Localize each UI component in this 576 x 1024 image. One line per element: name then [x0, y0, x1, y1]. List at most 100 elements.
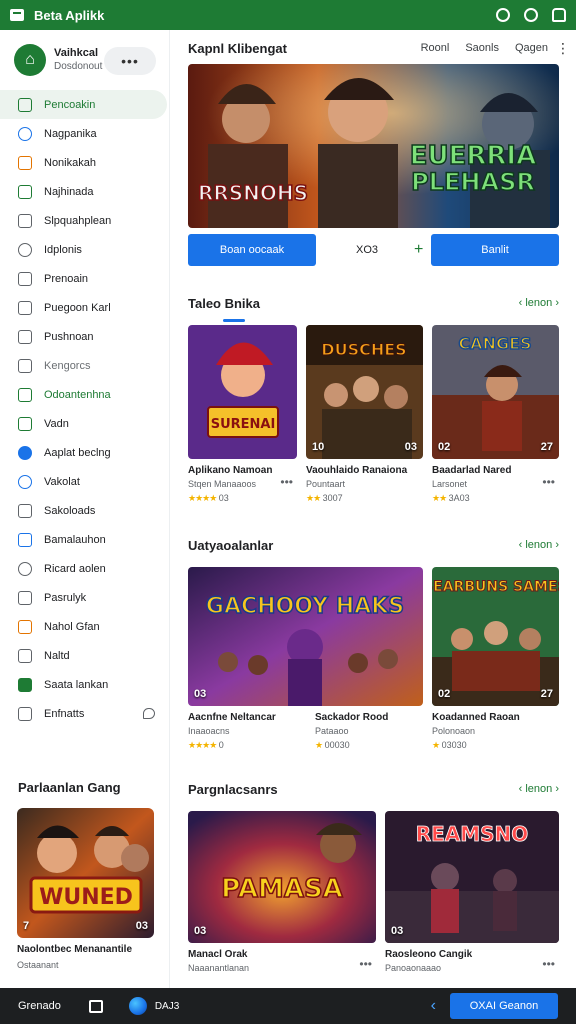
doc-icon: [18, 271, 32, 286]
rating-stars: ★★: [432, 493, 447, 503]
sidebar-item-chat[interactable]: Idplonis: [0, 235, 169, 264]
game-card[interactable]: DUSCHES 10 03 Vaouhlaido Ranaiona Pounta…: [306, 325, 423, 504]
game-card-art: CANGES: [432, 325, 559, 459]
sidebar-item-user[interactable]: Bamalauhon: [0, 525, 169, 554]
game-card-badge-left: 10: [312, 441, 325, 453]
sidebar-item-docs[interactable]: Prenoain: [0, 264, 169, 293]
sidebar-item-categories[interactable]: Nonikakah: [0, 148, 169, 177]
secondary-action-button[interactable]: Banlit: [431, 234, 559, 266]
rating-value: 3007: [322, 493, 343, 503]
home-icon: [18, 97, 32, 112]
game-card[interactable]: CANGES 02 27 Baadarlad Nared Larsonet ★★…: [432, 325, 559, 504]
hero-banner[interactable]: EUERRIA PLEHASR RRSNOHS: [188, 64, 559, 228]
game-card-logo: PAMASA: [221, 874, 343, 904]
game-card[interactable]: GACHOOY HAKS 03 Aacnfne Neltancar Inaaoa…: [188, 567, 423, 751]
sidebar-card-badge-left: 7: [23, 920, 30, 932]
profile-more-button[interactable]: •••: [104, 47, 156, 75]
rating-stars: ★★★★: [188, 493, 217, 503]
sidebar-item-help[interactable]: Enfnatts: [0, 699, 169, 728]
user-icon: [18, 532, 32, 547]
link-icon: [18, 474, 32, 489]
card-menu-icon[interactable]: •••: [542, 957, 555, 971]
sidebar-item-notes[interactable]: Naltd: [0, 641, 169, 670]
sidebar-card-art: WUNED: [17, 808, 154, 938]
taskbar-label[interactable]: Grenado: [18, 1000, 61, 1012]
card-menu-icon[interactable]: •••: [542, 475, 555, 489]
chart-icon: [18, 416, 32, 431]
section-more-link[interactable]: ‹ lenon ›: [519, 297, 559, 309]
hero-logo-line-3: RRSNOHS: [198, 181, 308, 205]
section-3: Pargnlacsanrs ‹ lenon › PAMASA 03 Manacl …: [188, 779, 559, 973]
game-card-sub: Pataaoo: [315, 726, 349, 736]
taskbar-count: DAJ3: [154, 1000, 180, 1012]
app-title: Beta Aplikk: [34, 7, 105, 23]
feedback-icon[interactable]: [143, 708, 155, 719]
header-link-2[interactable]: Saonls: [465, 42, 499, 54]
game-card-art: GACHOOY HAKS: [188, 567, 423, 706]
header-link-3[interactable]: Qagen: [515, 42, 548, 54]
sidebar-card-badge-right: 03: [135, 920, 148, 932]
sidebar-item-gift[interactable]: Nahol Gfan: [0, 612, 169, 641]
back-chevron-icon[interactable]: ‹: [431, 997, 436, 1015]
sidebar-item-links[interactable]: Vakolat: [0, 467, 169, 496]
hero-actions: Boan oocaak XO3 + Banlit: [188, 234, 559, 266]
globe-icon[interactable]: [128, 997, 147, 1015]
game-card-logo: CANGES: [458, 334, 531, 353]
section-1: Taleo Bnika ‹ lenon › SURENAI Aplikano Na…: [188, 293, 559, 504]
game-card-badge-right: 27: [540, 688, 553, 700]
header-link-1[interactable]: Roonl: [421, 42, 450, 54]
game-card[interactable]: SURENAI Aplikano Namoan Stqen Manaaoos ★…: [188, 325, 297, 504]
shop-icon: [18, 387, 32, 402]
game-card-badge-left: 03: [194, 688, 207, 700]
sidebar-item-explore[interactable]: Nagpanika: [0, 119, 169, 148]
globe-icon: [18, 445, 32, 460]
settings-icon[interactable]: [524, 8, 538, 22]
game-card[interactable]: PAMASA 03 Manacl Orak Naaanantlanan •••: [188, 811, 376, 973]
notification-icon[interactable]: [552, 8, 566, 22]
game-card-sub: Larsonet: [432, 479, 468, 489]
section-title: Taleo Bnika: [188, 295, 261, 311]
primary-action-button[interactable]: Boan oocaak: [188, 234, 316, 266]
app-window-icon: [10, 9, 24, 21]
card-menu-icon[interactable]: •••: [359, 957, 372, 971]
section-title: Pargnlacsanrs: [188, 781, 278, 797]
window-icon[interactable]: [88, 999, 103, 1013]
avatar[interactable]: ⌂: [14, 44, 46, 76]
section-more-link[interactable]: ‹ lenon ›: [519, 783, 559, 795]
sidebar-item-settings[interactable]: Ricard aolen: [0, 554, 169, 583]
rating-value: 0: [218, 740, 224, 750]
sidebar-item-books[interactable]: Puegoon Karl: [0, 293, 169, 322]
game-card-art: PAMASA: [188, 811, 376, 943]
profile-name: Vaihkcal: [54, 47, 99, 59]
game-card[interactable]: BEARBUNS SAMES 02 27 Koadanned Raoan Pol…: [432, 567, 559, 751]
taskbar-cta-button[interactable]: OXAI Geanon: [450, 993, 558, 1019]
rating-value: 03: [218, 493, 229, 503]
rating-stars: ★: [315, 740, 323, 750]
sidebar-item-charts[interactable]: Vadn: [0, 409, 169, 438]
game-card[interactable]: Sackador Rood Pataaoo ★ 00030: [315, 706, 423, 751]
sidebar-item-cards[interactable]: Pushnoan: [0, 322, 169, 351]
game-card-title: Baadarlad Nared: [432, 465, 512, 476]
game-icon: [18, 184, 32, 199]
hero-art: EUERRIA PLEHASR RRSNOHS: [188, 64, 559, 228]
sidebar-item-home[interactable]: Pencoakin: [0, 90, 167, 119]
sidebar-item-shop[interactable]: Odoantenhna: [0, 380, 169, 409]
hero-counter: XO3: [356, 244, 379, 256]
add-icon[interactable]: +: [414, 241, 423, 259]
sidebar-item-downloads[interactable]: Sakoloads: [0, 496, 169, 525]
sidebar-item-tags[interactable]: Kengorcs: [0, 351, 169, 380]
sidebar-item-web[interactable]: Aaplat beclng: [0, 438, 169, 467]
help-icon: [18, 706, 32, 721]
section-more-link[interactable]: ‹ lenon ›: [519, 539, 559, 551]
game-card-logo: SURENAI: [211, 417, 276, 432]
sidebar-featured-card[interactable]: WUNED 7 03: [17, 808, 154, 938]
game-card[interactable]: REAMSNO 03 Raosleono Cangik Panoaonaaao …: [385, 811, 559, 973]
game-card-title: Raosleono Cangik: [385, 949, 473, 960]
more-menu-icon[interactable]: ⋮: [556, 40, 570, 57]
sidebar-item-lists[interactable]: Slpquahplean: [0, 206, 169, 235]
card-menu-icon[interactable]: •••: [280, 475, 293, 489]
account-icon[interactable]: [496, 8, 510, 22]
sidebar-item-games[interactable]: Najhinada: [0, 177, 169, 206]
sidebar-item-wallet[interactable]: Pasrulyk: [0, 583, 169, 612]
sidebar-item-gamepad[interactable]: Saata lankan: [0, 670, 169, 699]
